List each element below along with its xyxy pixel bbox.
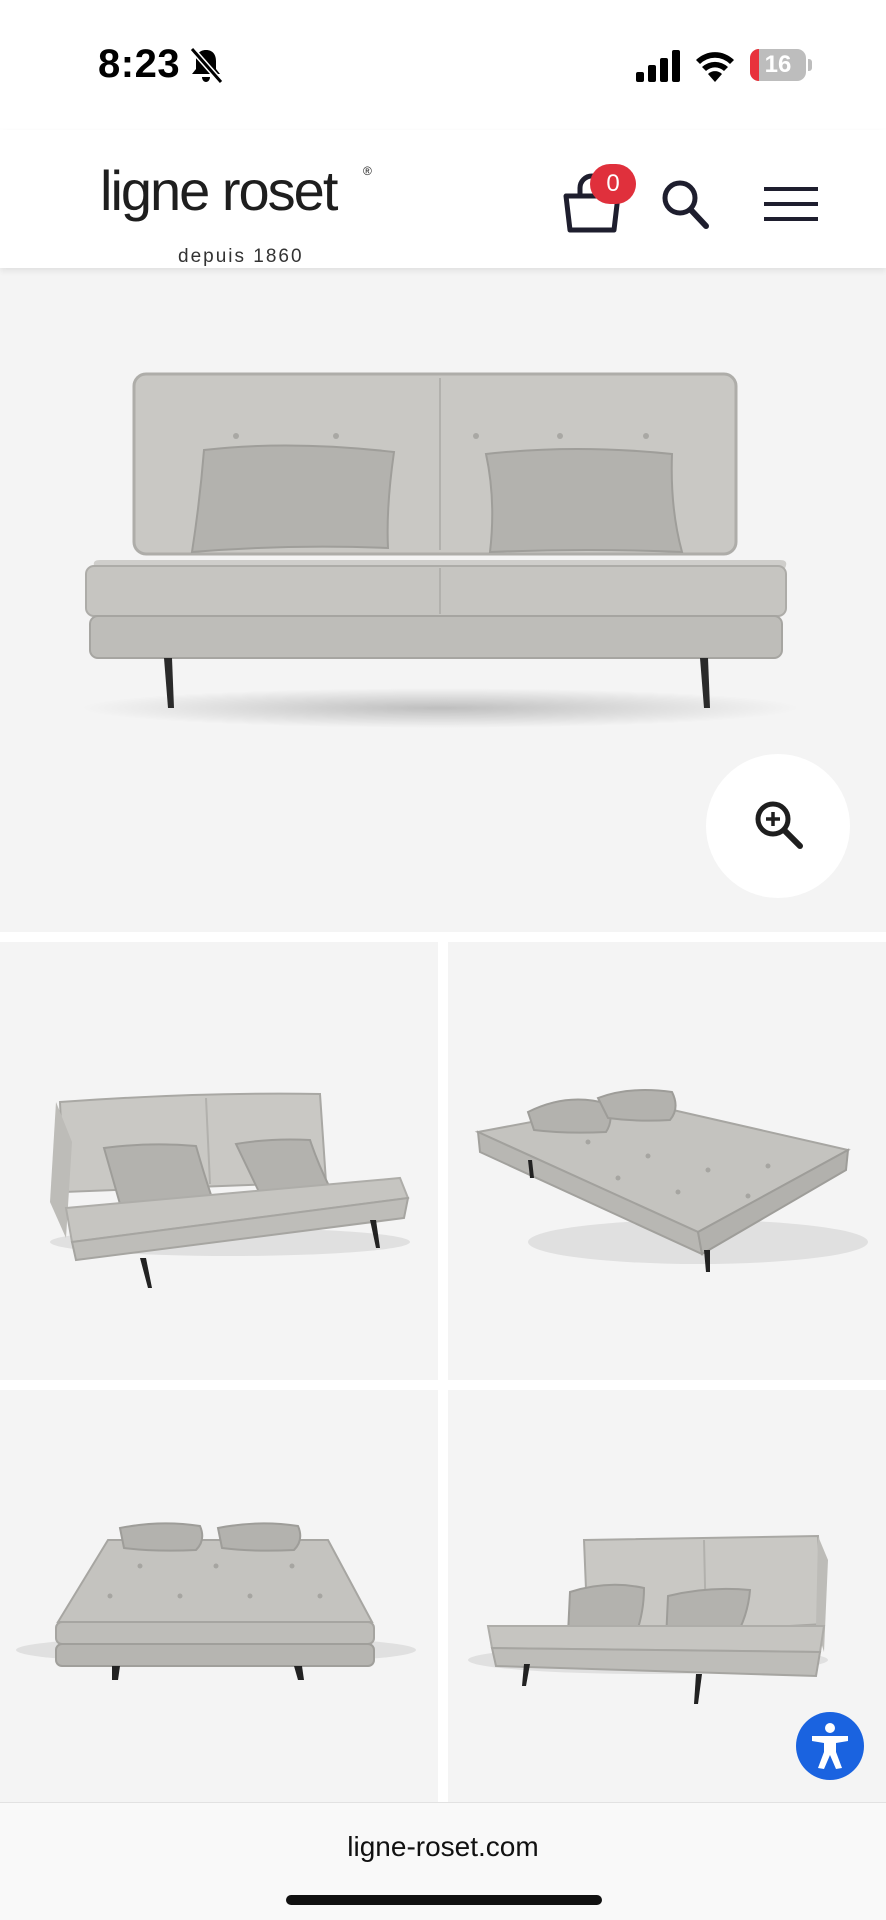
thumbnail-sofa-bed-angled[interactable] <box>448 942 886 1380</box>
cart-count-badge: 0 <box>590 164 636 204</box>
site-header: ligne roset ® depuis 1860 0 <box>0 130 886 268</box>
status-bar: 8:23 16 <box>0 0 886 130</box>
hamburger-menu-icon[interactable] <box>764 185 818 223</box>
sofa-angled-left-image <box>50 1092 410 1288</box>
home-indicator[interactable] <box>286 1895 602 1905</box>
thumbnail-sofa-angled-left[interactable] <box>0 942 438 1380</box>
battery-level: 16 <box>764 51 792 78</box>
search-icon[interactable] <box>660 178 710 230</box>
sofa-bed-front-image <box>16 1522 416 1680</box>
logo-registered-mark: ® <box>363 164 372 178</box>
wifi-icon <box>696 52 734 82</box>
logo-tagline: depuis 1860 <box>178 246 304 267</box>
ligne-roset-logo[interactable]: ligne roset ® depuis 1860 <box>100 159 380 268</box>
status-time: 8:23 <box>98 42 181 86</box>
main-product-image[interactable] <box>0 268 886 932</box>
cellular-signal-icon <box>636 50 680 82</box>
logo-wordmark: ligne roset <box>100 159 338 222</box>
zoom-in-icon <box>755 801 803 849</box>
url-text[interactable]: ligne-roset.com <box>0 1831 886 1863</box>
bell-slash-icon <box>189 47 224 84</box>
sofa-bed-angled-image <box>474 1089 868 1272</box>
accessibility-icon <box>812 1723 848 1769</box>
browser-url-bar: ligne-roset.com <box>0 1802 886 1920</box>
thumbnail-sofa-bed-front[interactable] <box>0 1390 438 1802</box>
zoom-button[interactable] <box>706 754 850 898</box>
accessibility-button[interactable] <box>796 1712 864 1780</box>
battery-icon: 16 <box>750 49 812 81</box>
